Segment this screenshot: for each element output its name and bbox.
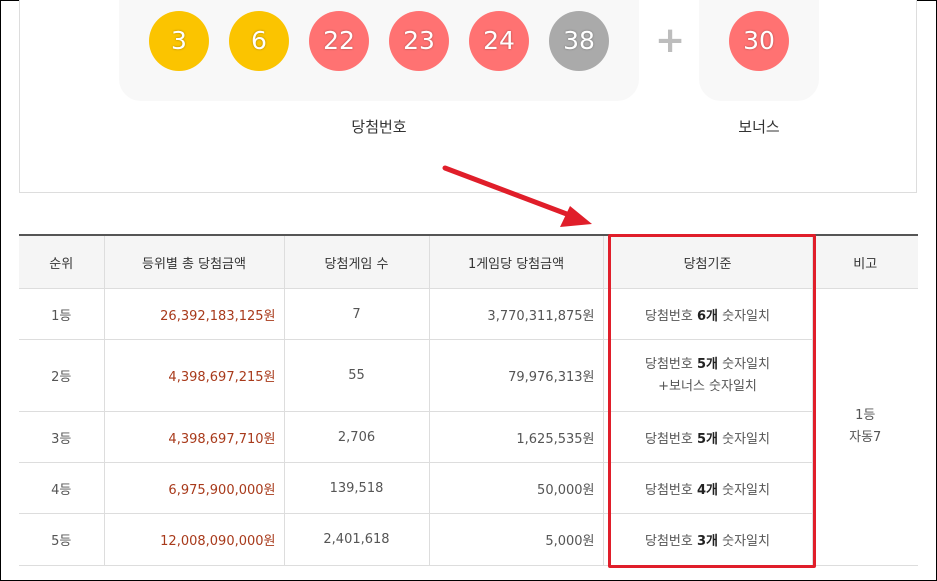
total-prize-cell: 4,398,697,215원 bbox=[103, 339, 284, 412]
header-note: 비고 bbox=[811, 234, 918, 289]
total-prize-cell: 4,398,697,710원 bbox=[103, 411, 284, 463]
header-total-prize: 등위별 총 당첨금액 bbox=[103, 234, 284, 289]
note-line-1: 1등 bbox=[855, 408, 876, 423]
rank-cell: 2등 bbox=[19, 339, 104, 412]
lotto-ball: 6 bbox=[229, 11, 289, 71]
lotto-ball: 22 bbox=[309, 11, 369, 71]
header-winning-games: 당첨게임 수 bbox=[283, 234, 429, 289]
header-rank: 순위 bbox=[19, 234, 104, 289]
bonus-ball: 30 bbox=[729, 11, 789, 71]
total-prize-cell: 26,392,183,125원 bbox=[103, 288, 284, 340]
header-prize-per-game: 1게임당 당첨금액 bbox=[428, 234, 603, 289]
per-game-cell: 50,000원 bbox=[428, 462, 603, 514]
lotto-ball: 24 bbox=[469, 11, 529, 71]
plus-icon: + bbox=[655, 20, 686, 61]
total-prize-cell: 6,975,900,000원 bbox=[103, 462, 284, 514]
per-game-cell: 1,625,535원 bbox=[428, 411, 603, 463]
games-cell: 55 bbox=[283, 339, 429, 412]
note-cell: 1등 자동7 bbox=[811, 288, 918, 566]
per-game-cell: 5,000원 bbox=[428, 513, 603, 566]
rank-cell: 1등 bbox=[19, 288, 104, 340]
games-cell: 7 bbox=[283, 288, 429, 340]
per-game-cell: 79,976,313원 bbox=[428, 339, 603, 412]
rank-cell: 3등 bbox=[19, 411, 104, 463]
total-prize-cell: 12,008,090,000원 bbox=[103, 513, 284, 566]
games-cell: 2,401,618 bbox=[283, 513, 429, 566]
bonus-label: 보너스 bbox=[738, 118, 780, 136]
lotto-ball: 38 bbox=[549, 11, 609, 71]
lotto-ball: 23 bbox=[389, 11, 449, 71]
per-game-cell: 3,770,311,875원 bbox=[428, 288, 603, 340]
lotto-ball: 3 bbox=[149, 11, 209, 71]
games-cell: 139,518 bbox=[283, 462, 429, 514]
note-line-2: 자동7 bbox=[849, 430, 882, 445]
rank-cell: 4등 bbox=[19, 462, 104, 514]
winning-numbers-label: 당첨번호 bbox=[351, 118, 407, 136]
rank-cell: 5등 bbox=[19, 513, 104, 566]
criteria-highlight-box bbox=[608, 234, 816, 568]
games-cell: 2,706 bbox=[283, 411, 429, 463]
